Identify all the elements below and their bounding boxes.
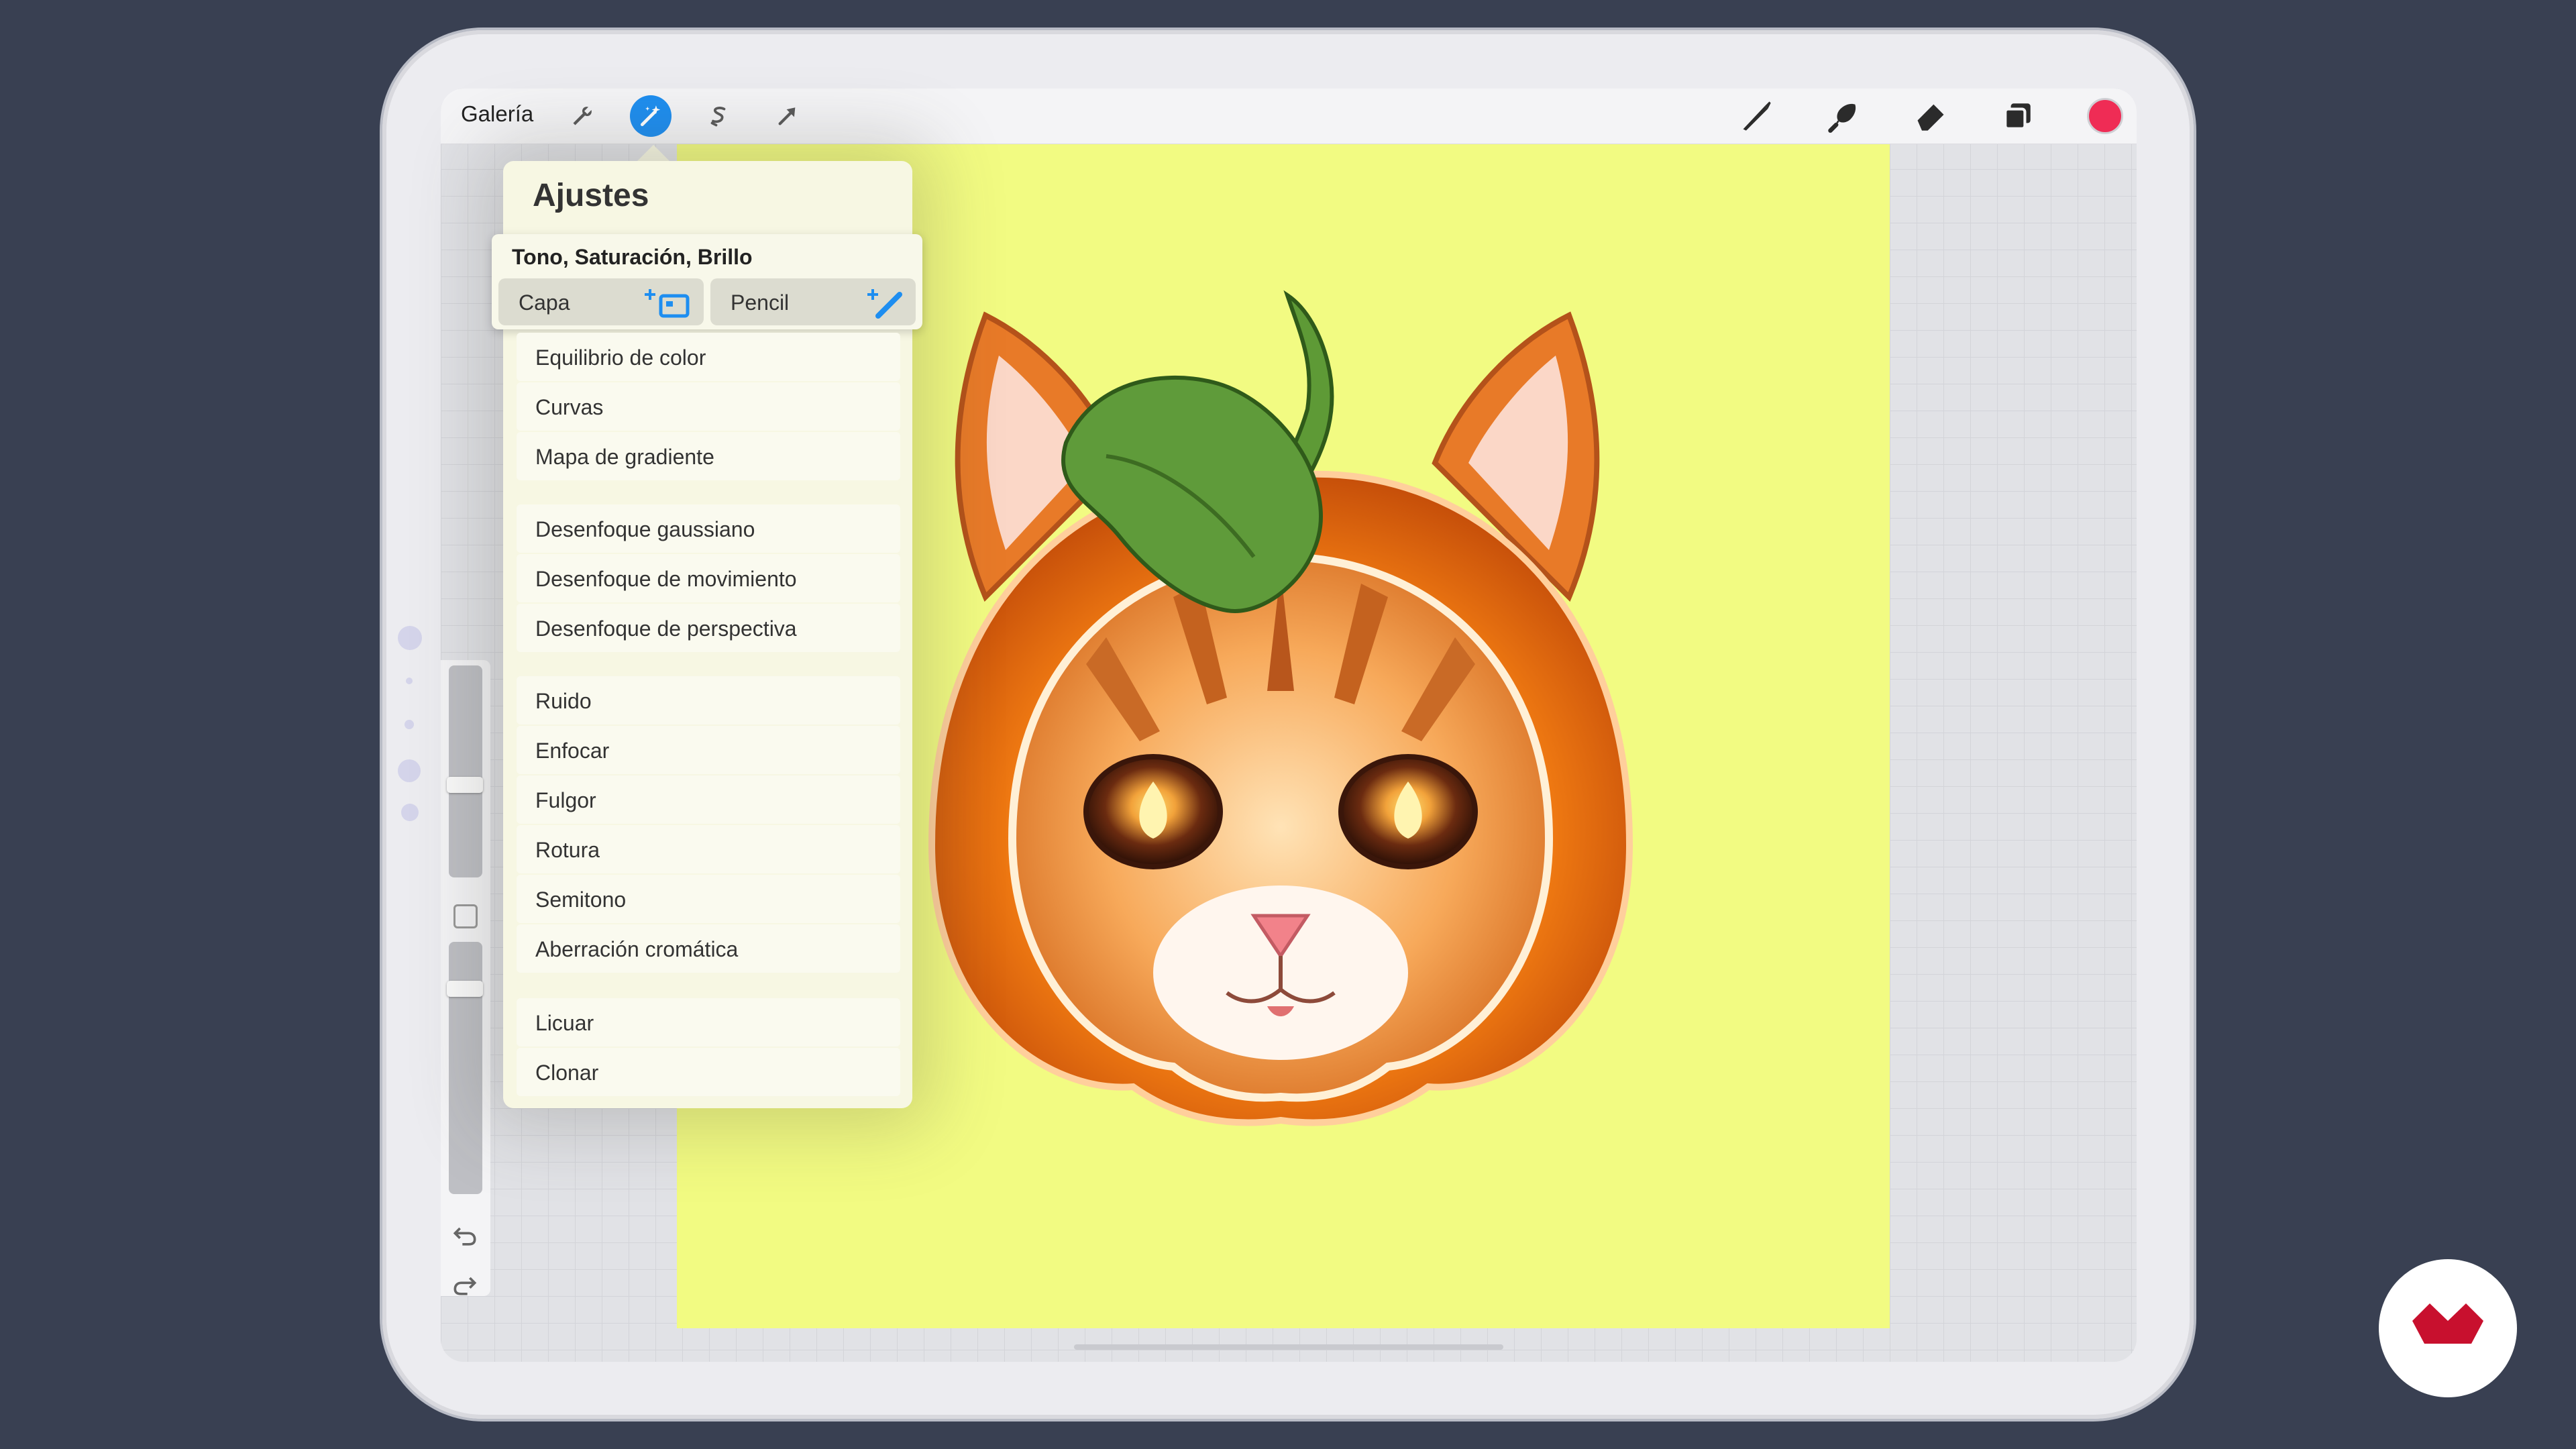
dot-decoration [406, 678, 413, 684]
hsb-pencil-label: Pencil [731, 290, 790, 315]
menu-item-label: Equilibrio de color [535, 345, 706, 370]
menu-item-perspective-blur[interactable]: Desenfoque de perspectiva [517, 604, 900, 652]
menu-item-label: Semitono [535, 888, 627, 912]
menu-item-clone[interactable]: Clonar [517, 1048, 900, 1096]
opacity-slider[interactable] [447, 942, 483, 1194]
popover-title: Ajustes [533, 178, 649, 213]
gallery-button[interactable]: Galería [461, 101, 533, 127]
menu-item-chromatic-aberration[interactable]: Aberración cromática [517, 924, 900, 973]
top-toolbar: Galería [441, 89, 2137, 144]
popover-arrow [636, 145, 671, 162]
smudge-icon [1828, 103, 1856, 133]
menu-item-sharpen[interactable]: Enfocar [517, 726, 900, 774]
brush-button[interactable] [1735, 95, 1777, 137]
square-modify-icon[interactable] [453, 904, 478, 928]
menu-item-label: Rotura [535, 838, 600, 862]
menu-item-noise[interactable]: Ruido [517, 676, 900, 724]
menu-item-label: Fulgor [535, 788, 596, 812]
selection-icon [710, 107, 726, 127]
menu-item-halftone[interactable]: Semitono [517, 875, 900, 923]
dot-decoration [405, 720, 414, 729]
brush-size-slider[interactable] [447, 665, 483, 877]
menu-item-gradient-map[interactable]: Mapa de gradiente [517, 432, 900, 480]
left-sidebar [441, 660, 490, 1296]
actions-button[interactable] [561, 95, 603, 137]
transform-arrow-icon [778, 107, 796, 125]
menu-item-label: Desenfoque de movimiento [535, 567, 797, 591]
menu-item-label: Mapa de gradiente [535, 445, 714, 469]
brush-icon [1743, 101, 1771, 131]
menu-item-bloom[interactable]: Fulgor [517, 775, 900, 824]
hsb-pencil-option[interactable]: Pencil [710, 278, 916, 325]
dot-decoration [401, 804, 419, 821]
undo-icon[interactable] [450, 1221, 480, 1250]
selection-button[interactable] [698, 95, 740, 137]
menu-item-label: Clonar [535, 1061, 599, 1085]
wrench-icon [573, 107, 592, 125]
menu-item-liquify[interactable]: Licuar [517, 998, 900, 1046]
menu-item-color-balance[interactable]: Equilibrio de color [517, 333, 900, 381]
eraser-icon [1917, 104, 1944, 131]
menu-item-gaussian-blur[interactable]: Desenfoque gaussiano [517, 504, 900, 553]
menu-item-label: Ruido [535, 689, 592, 713]
adjustments-button[interactable] [630, 95, 672, 137]
current-color-swatch [2087, 98, 2123, 134]
layers-icon [2004, 103, 2031, 130]
smudge-button[interactable] [1823, 95, 1864, 137]
layers-button[interactable] [1997, 95, 2039, 137]
brush-size-thumb[interactable] [447, 777, 483, 793]
menu-item-glitch[interactable]: Rotura [517, 825, 900, 873]
hsb-layer-label: Capa [519, 290, 570, 315]
dot-decoration [398, 759, 421, 782]
menu-item-label: Desenfoque gaussiano [535, 517, 755, 541]
dot-decoration [398, 626, 422, 650]
eraser-button[interactable] [1910, 95, 1951, 137]
menu-item-label: Licuar [535, 1011, 594, 1035]
menu-item-label: Enfocar [535, 739, 610, 763]
hsb-menu-item[interactable]: Tono, Saturación, Brillo Capa Pencil [492, 234, 922, 329]
redo-icon[interactable] [450, 1271, 480, 1300]
menu-item-curves[interactable]: Curvas [517, 382, 900, 431]
brand-logo-badge [2379, 1259, 2517, 1397]
menu-item-motion-blur[interactable]: Desenfoque de movimiento [517, 554, 900, 602]
menu-item-label: Desenfoque de perspectiva [535, 616, 797, 641]
menu-item-label: Curvas [535, 395, 604, 419]
hsb-layer-option[interactable]: Capa [498, 278, 704, 325]
brand-logo-icon [2412, 1303, 2483, 1344]
magic-wand-icon [640, 105, 661, 127]
opacity-thumb[interactable] [447, 981, 483, 997]
transform-button[interactable] [767, 95, 808, 137]
menu-item-label: Aberración cromática [535, 937, 739, 961]
hsb-title: Tono, Saturación, Brillo [512, 245, 753, 269]
color-button[interactable] [2084, 95, 2126, 137]
pencil-wand-icon [867, 289, 902, 319]
home-indicator [1074, 1344, 1503, 1350]
layer-add-icon [645, 289, 690, 318]
